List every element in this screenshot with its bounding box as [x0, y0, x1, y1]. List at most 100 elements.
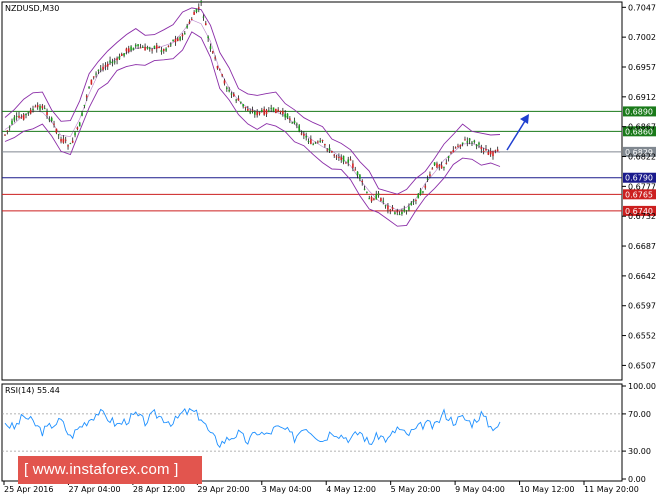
- price-bar-body: [219, 69, 221, 71]
- price-bar-body: [186, 25, 188, 28]
- price-bar-body: [43, 108, 46, 110]
- price-bar-body: [338, 156, 340, 159]
- price-bar-body: [438, 164, 441, 167]
- price-bar-body: [207, 36, 209, 39]
- price-bar-body: [405, 210, 408, 212]
- price-bar-body: [489, 150, 492, 155]
- rsi-label: RSI(14) 55.44: [5, 386, 60, 395]
- price-bar-body: [347, 159, 350, 163]
- price-bar-body: [8, 126, 11, 128]
- price-bar-body: [111, 61, 114, 64]
- price-bar-body: [13, 117, 16, 121]
- price-bar-body: [74, 132, 76, 136]
- price-bar-body: [214, 57, 216, 59]
- price-tick-label: 0.6507: [628, 361, 656, 370]
- price-bar-body: [83, 104, 86, 106]
- price-bar-body: [447, 156, 450, 158]
- price-bar-body: [387, 205, 389, 210]
- price-bar-body: [445, 162, 448, 164]
- price-bar-body: [200, 1, 202, 3]
- price-bar-body: [29, 109, 32, 114]
- price-bar-body: [67, 145, 69, 147]
- price-bar-body: [412, 200, 415, 202]
- price-bar-body: [335, 156, 338, 158]
- price-bar-body: [424, 185, 427, 188]
- price-bar-body: [212, 51, 214, 53]
- price-bar-body: [396, 211, 399, 213]
- price-bar-body: [240, 101, 242, 103]
- rsi-tick-label: 100.00: [628, 382, 656, 391]
- price-bar-body: [127, 48, 130, 52]
- price-bar-body: [284, 113, 286, 118]
- price-bar-body: [384, 205, 387, 207]
- price-bar-body: [22, 114, 25, 120]
- price-bar-body: [389, 209, 392, 212]
- price-bar-body: [71, 140, 74, 143]
- price-bar-body: [312, 144, 315, 146]
- price-bar-body: [162, 49, 165, 51]
- price-bar-body: [349, 159, 352, 161]
- price-bar-body: [440, 165, 443, 169]
- price-bar-body: [475, 144, 478, 147]
- price-bar-body: [139, 47, 142, 49]
- price-bar-body: [118, 56, 121, 60]
- rsi-tick-label: 70.00: [628, 410, 651, 419]
- price-bar-body: [359, 174, 361, 179]
- price-bar-body: [254, 111, 256, 115]
- price-bar-body: [492, 151, 494, 157]
- price-bar-body: [137, 44, 139, 47]
- price-bar-body: [464, 139, 466, 141]
- price-bar-body: [296, 123, 298, 125]
- price-bar-body: [380, 198, 382, 201]
- price-bar-body: [32, 108, 34, 111]
- price-bar-body: [289, 118, 291, 120]
- price-tick-label: 0.6642: [628, 272, 656, 281]
- price-bar-body: [106, 63, 109, 67]
- price-bar-body: [76, 127, 79, 130]
- price-bar-body: [167, 45, 170, 47]
- price-bar-body: [25, 113, 27, 116]
- price-bar-body: [193, 11, 195, 15]
- price-bar-body: [81, 112, 83, 116]
- price-bar-body: [183, 33, 186, 35]
- price-bar-body: [373, 198, 375, 200]
- price-tick-label: 0.6957: [628, 63, 656, 72]
- price-bar-body: [155, 45, 158, 49]
- price-bar-body: [454, 147, 457, 149]
- price-bar-body: [450, 152, 452, 154]
- price-bar-body: [97, 69, 100, 71]
- price-tick-label: 0.7002: [628, 33, 656, 42]
- price-bar-body: [202, 16, 205, 18]
- price-bar-body: [415, 199, 417, 201]
- price-tick-label: 0.6867: [628, 123, 656, 132]
- time-tick-label: 28 Apr 12:00: [133, 485, 185, 494]
- price-bar-body: [113, 61, 116, 63]
- rsi-tick-label: 30.00: [628, 447, 651, 456]
- price-bar-body: [328, 147, 331, 151]
- price-bar-body: [209, 46, 212, 49]
- price-bar-body: [417, 193, 420, 199]
- price-bar-body: [482, 150, 485, 152]
- price-bar-body: [226, 87, 228, 89]
- price-bar-body: [342, 155, 345, 162]
- price-bar-body: [20, 116, 23, 118]
- price-bar-body: [258, 111, 261, 114]
- level-tag-label: 0.6765: [625, 190, 653, 199]
- price-bar-body: [235, 99, 237, 101]
- price-bar-body: [401, 211, 403, 215]
- chart-title: NZDUSD,M30: [5, 4, 59, 13]
- price-bar-body: [361, 180, 364, 183]
- price-bar-body: [293, 120, 296, 124]
- price-bar-body: [377, 193, 380, 196]
- price-bar-body: [216, 65, 219, 69]
- price-bar-body: [298, 125, 300, 132]
- price-bar-body: [172, 39, 174, 42]
- price-bar-body: [457, 145, 459, 147]
- price-bar-body: [326, 149, 329, 151]
- price-bar-body: [116, 58, 118, 61]
- price-bar-body: [471, 142, 473, 144]
- price-bar-body: [223, 80, 226, 84]
- price-bar-body: [144, 46, 146, 51]
- watermark-text: [ www.instaforex.com ]: [24, 461, 179, 478]
- price-bar-body: [6, 130, 9, 132]
